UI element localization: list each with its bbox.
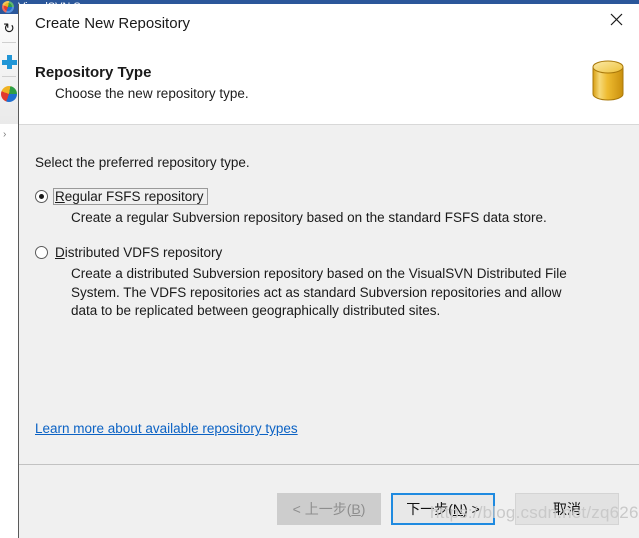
radio-option-vdfs-description: Create a distributed Subversion reposito… bbox=[71, 266, 567, 318]
next-button-prefix: 下一步( bbox=[406, 501, 453, 517]
radio-option-fsfs-accel: R bbox=[55, 188, 65, 204]
body-intro-text: Select the preferred repository type. bbox=[35, 155, 250, 170]
refresh-icon[interactable]: ↻ bbox=[1, 20, 17, 36]
back-button-suffix: ) bbox=[360, 501, 366, 517]
toolbar-divider bbox=[2, 42, 16, 43]
background-toolbar: ↻ bbox=[0, 14, 19, 124]
background-left-panel bbox=[0, 124, 19, 538]
radio-option-vdfs-label[interactable]: Distributed VDFS repository bbox=[53, 244, 226, 261]
radio-option-fsfs-line[interactable]: Regular FSFS repository bbox=[35, 187, 615, 205]
dialog-header: Repository Type Choose the new repositor… bbox=[19, 44, 639, 125]
radio-option-vdfs-label-rest: istributed VDFS repository bbox=[64, 244, 223, 260]
add-plus-icon[interactable] bbox=[1, 54, 17, 70]
database-cylinder-icon bbox=[589, 58, 627, 104]
dialog-footer: < 上一步(B) 下一步(N) > 取消 bbox=[19, 464, 639, 538]
radio-option-fsfs-label[interactable]: Regular FSFS repository bbox=[53, 187, 208, 205]
cancel-button[interactable]: 取消 bbox=[515, 493, 619, 525]
create-new-repository-dialog: Create New Repository Repository Type Ch… bbox=[18, 4, 639, 538]
page-title: Repository Type bbox=[35, 64, 152, 81]
next-button[interactable]: 下一步(N) > bbox=[391, 493, 495, 525]
visualsvn-logo-icon bbox=[2, 1, 14, 13]
visualsvn-logo-icon[interactable] bbox=[1, 86, 17, 102]
radio-option-fsfs-description: Create a regular Subversion repository b… bbox=[71, 210, 547, 225]
dialog-titlebar: Create New Repository bbox=[19, 4, 639, 44]
radio-button-vdfs[interactable] bbox=[35, 245, 48, 259]
dialog-title: Create New Repository bbox=[35, 15, 191, 32]
radio-button-fsfs[interactable] bbox=[35, 189, 48, 203]
radio-option-vdfs-accel: D bbox=[55, 244, 65, 260]
back-button-prefix: < 上一步( bbox=[292, 501, 352, 517]
radio-option-vdfs[interactable]: Distributed VDFS repository Create a dis… bbox=[35, 243, 615, 318]
radio-option-fsfs[interactable]: Regular FSFS repository Create a regular… bbox=[35, 187, 615, 225]
dialog-body: Select the preferred repository type. Re… bbox=[19, 125, 639, 464]
radio-option-vdfs-line[interactable]: Distributed VDFS repository bbox=[35, 243, 615, 261]
chevron-right-icon[interactable]: › bbox=[3, 130, 6, 140]
next-button-accel: N bbox=[452, 501, 464, 517]
next-button-suffix: ) > bbox=[463, 501, 480, 517]
radio-option-fsfs-label-rest: egular FSFS repository bbox=[64, 188, 204, 204]
close-icon[interactable] bbox=[593, 4, 639, 34]
toolbar-divider bbox=[2, 76, 16, 77]
back-button-accel: B bbox=[351, 501, 361, 517]
page-subtitle: Choose the new repository type. bbox=[55, 86, 249, 101]
back-button[interactable]: < 上一步(B) bbox=[277, 493, 381, 525]
learn-more-link[interactable]: Learn more about available repository ty… bbox=[35, 421, 298, 436]
